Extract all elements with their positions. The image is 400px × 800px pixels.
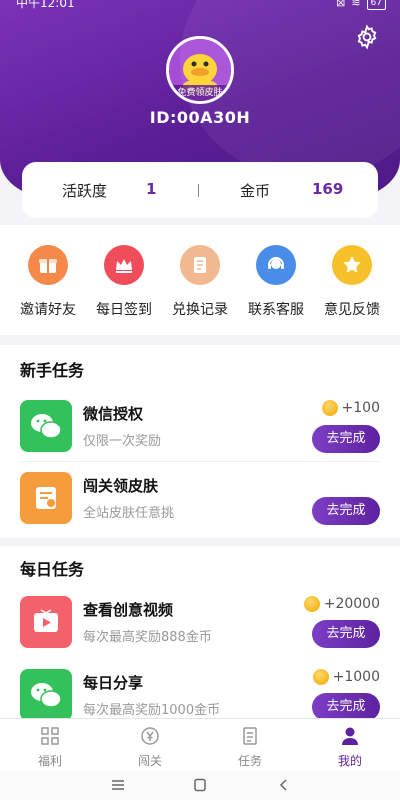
task-reward: +100 bbox=[321, 400, 380, 416]
tab-welfare[interactable]: 福利 bbox=[20, 725, 80, 769]
tab-label: 闯关 bbox=[137, 754, 162, 768]
avatar-badge: 免费领皮肤 bbox=[169, 85, 231, 101]
status-icons: ⊠ ≋ 67 bbox=[336, 0, 386, 10]
task-desc: 每次最高奖励1000金币 bbox=[83, 703, 221, 718]
headset-icon bbox=[256, 245, 296, 285]
section-title: 新手任务 bbox=[20, 361, 85, 380]
back-icon[interactable] bbox=[276, 778, 292, 792]
stats-card: 活跃度 1 金币 169 bbox=[22, 162, 378, 218]
section-title: 每日任务 bbox=[20, 560, 85, 579]
complete-button[interactable]: 去完成 bbox=[312, 425, 380, 453]
status-time: 中午12:01 bbox=[16, 0, 75, 10]
person-icon bbox=[342, 727, 358, 745]
stats-divider bbox=[198, 184, 199, 197]
user-id: ID:00A30H bbox=[149, 108, 251, 127]
tab-mine[interactable]: 我的 bbox=[320, 725, 380, 769]
task-reward: +20000 bbox=[303, 596, 380, 612]
wechat-icon bbox=[20, 400, 72, 452]
quick-label: 每日签到 bbox=[96, 302, 152, 318]
coupon-icon bbox=[20, 472, 72, 524]
task-title: 每日分享 bbox=[83, 674, 144, 692]
tab-label: 任务 bbox=[237, 754, 262, 768]
tab-levels[interactable]: 闯关 bbox=[120, 725, 180, 769]
quick-contact-support[interactable]: 联系客服 bbox=[236, 245, 316, 319]
coin-icon bbox=[303, 596, 320, 612]
coins-value: 169 bbox=[312, 180, 344, 198]
ticket-icon bbox=[180, 245, 220, 285]
gift-icon bbox=[28, 245, 68, 285]
daily-tasks-section: 每日任务 查看创意视频 每次最高奖励888金币 +20000 去完成 每日分享 … bbox=[0, 546, 400, 721]
activity-label: 活跃度 bbox=[62, 182, 108, 200]
coin-icon bbox=[312, 669, 329, 685]
task-desc: 全站皮肤任意挑 bbox=[83, 506, 175, 521]
task-levels-skin: 闯关领皮肤 全站皮肤任意挑 去完成 bbox=[0, 472, 400, 544]
reward-amount: +20000 bbox=[323, 596, 380, 612]
wechat-icon bbox=[20, 669, 72, 721]
reward-amount: +1000 bbox=[332, 669, 380, 685]
star-icon bbox=[332, 245, 372, 285]
reward-amount: +100 bbox=[341, 400, 380, 416]
coins-label: 金币 bbox=[240, 182, 271, 200]
tab-label: 我的 bbox=[337, 754, 362, 768]
complete-button[interactable]: 去完成 bbox=[312, 693, 380, 721]
tab-tasks[interactable]: 任务 bbox=[220, 725, 280, 769]
home-icon[interactable] bbox=[192, 778, 208, 792]
task-reward: +1000 bbox=[312, 669, 380, 685]
quick-actions-panel: 邀请好友 每日签到 兑换记录 联系客服 意见反馈 bbox=[0, 225, 400, 335]
task-desc: 每次最高奖励888金币 bbox=[83, 630, 212, 645]
newbie-tasks-section: 新手任务 微信授权 仅限一次奖励 +100 去完成 闯关领皮肤 全站皮肤任意挑 … bbox=[0, 345, 400, 538]
quick-invite-friends[interactable]: 邀请好友 bbox=[8, 245, 88, 319]
activity-value: 1 bbox=[146, 180, 157, 198]
quick-daily-checkin[interactable]: 每日签到 bbox=[84, 245, 164, 319]
wifi-icon: ≋ bbox=[351, 0, 361, 9]
crown-icon bbox=[104, 245, 144, 285]
menu-icon[interactable] bbox=[110, 778, 126, 792]
status-bar: 中午12:01 ⊠ ≋ 67 bbox=[0, 0, 400, 14]
quick-label: 邀请好友 bbox=[20, 302, 76, 318]
task-title: 查看创意视频 bbox=[83, 601, 174, 619]
task-title: 微信授权 bbox=[83, 405, 144, 423]
complete-button[interactable]: 去完成 bbox=[312, 620, 380, 648]
document-icon bbox=[243, 727, 257, 745]
quick-exchange-records[interactable]: 兑换记录 bbox=[160, 245, 240, 319]
sim-icon: ⊠ bbox=[336, 0, 346, 9]
tab-label: 福利 bbox=[37, 754, 62, 768]
quick-label: 兑换记录 bbox=[172, 302, 228, 318]
system-nav-bar bbox=[0, 770, 400, 800]
quick-label: 联系客服 bbox=[248, 302, 304, 318]
video-play-icon bbox=[20, 596, 72, 648]
settings-gear-icon[interactable] bbox=[354, 24, 380, 50]
avatar[interactable]: 免费领皮肤 bbox=[166, 36, 234, 104]
task-desc: 仅限一次奖励 bbox=[83, 434, 162, 449]
complete-button[interactable]: 去完成 bbox=[312, 497, 380, 525]
divider bbox=[20, 461, 380, 462]
task-title: 闯关领皮肤 bbox=[83, 477, 159, 495]
coin-icon bbox=[321, 400, 338, 416]
bottom-tab-bar: 福利 闯关 任务 我的 bbox=[0, 718, 400, 770]
yen-coin-icon bbox=[141, 727, 159, 745]
task-watch-video: 查看创意视频 每次最高奖励888金币 +20000 去完成 bbox=[0, 596, 400, 668]
grid-icon bbox=[41, 727, 59, 745]
quick-label: 意见反馈 bbox=[324, 302, 380, 318]
battery-icon: 67 bbox=[366, 0, 386, 10]
quick-feedback[interactable]: 意见反馈 bbox=[312, 245, 392, 319]
